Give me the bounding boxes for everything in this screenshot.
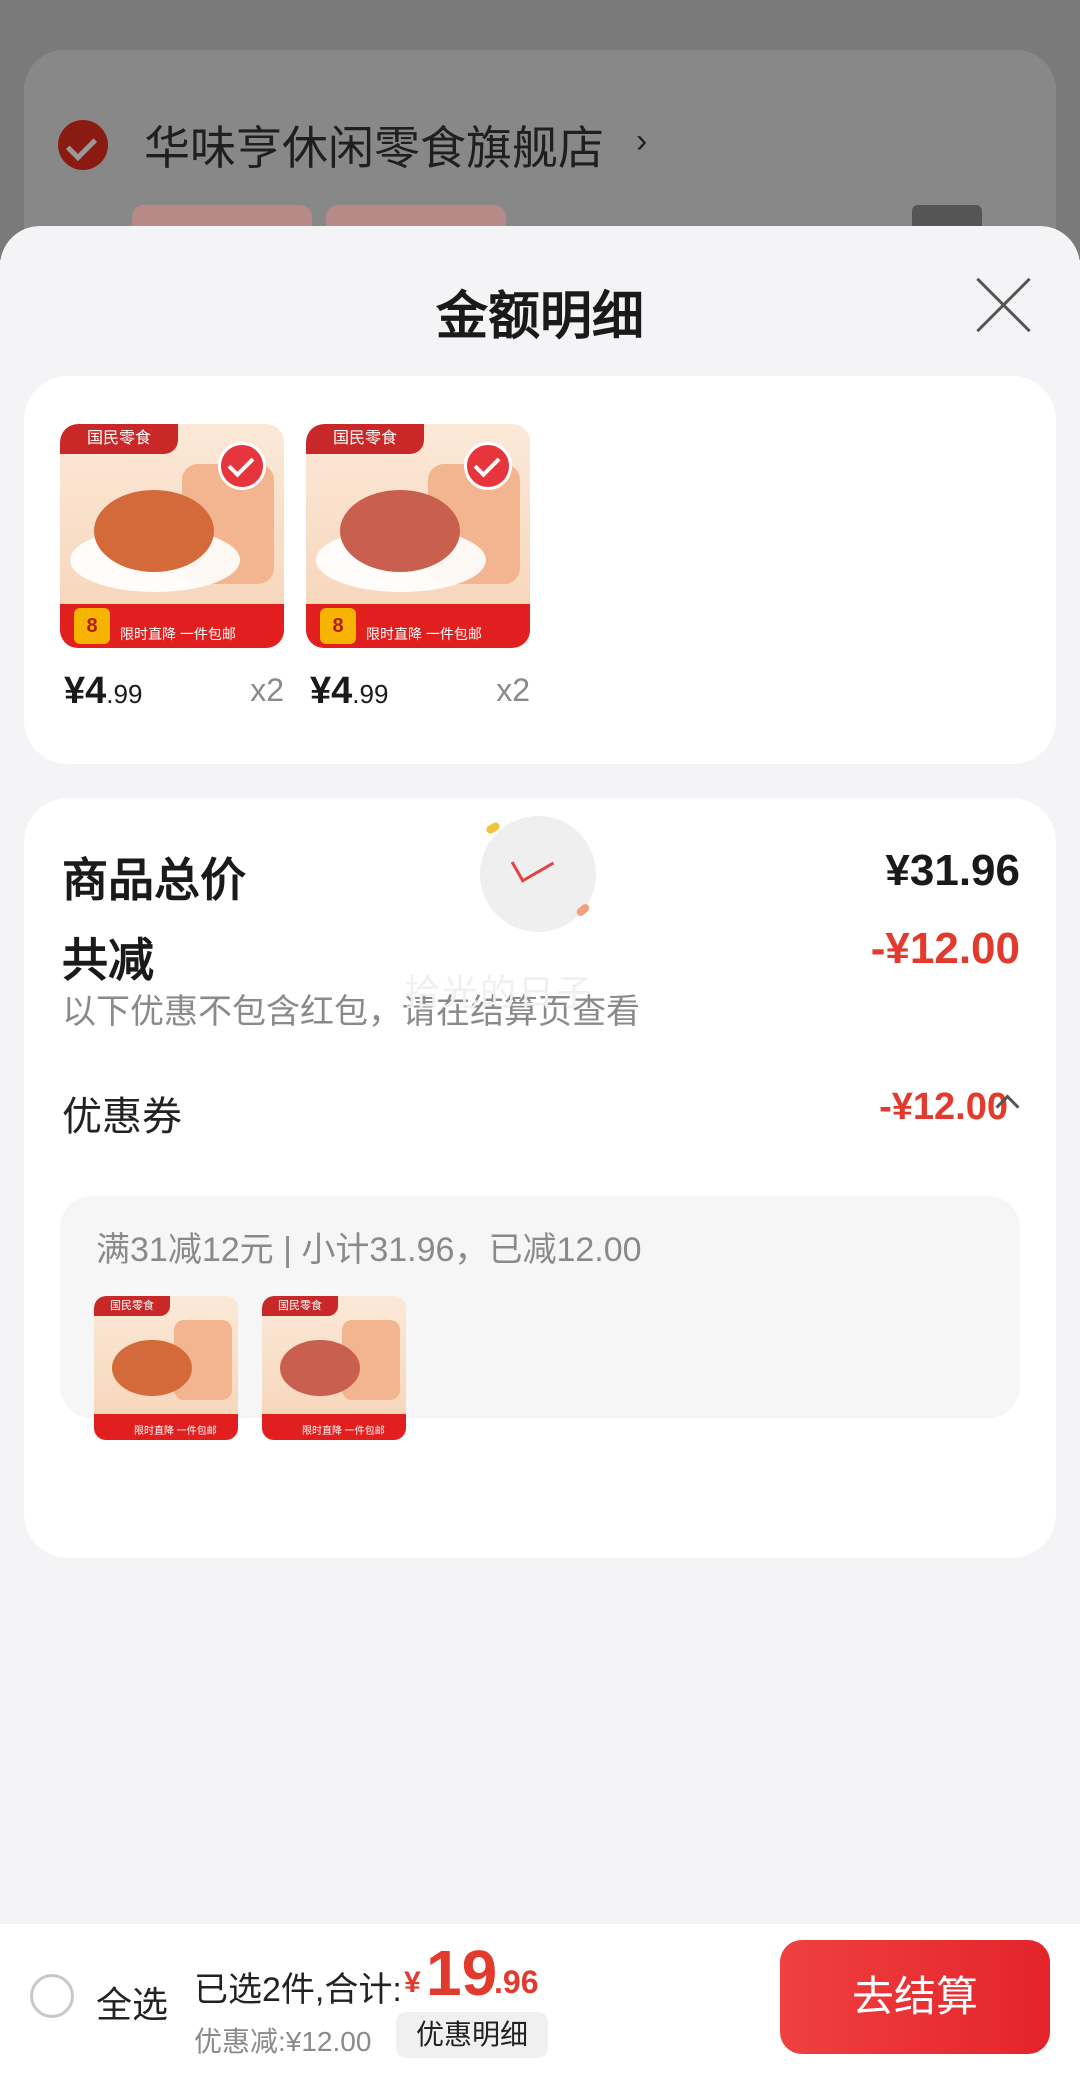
discount-summary: 优惠减:¥12.00 [194, 2026, 372, 2057]
selected-info: 已选2件,合计: [194, 1971, 402, 2009]
product-price: ¥4.99 [310, 670, 389, 712]
discount-detail-button[interactable]: 优惠明细 [396, 2012, 548, 2058]
promo-band: 限时直降 一件包邮 [262, 1414, 406, 1440]
brand-label: 国民零食 [262, 1296, 338, 1316]
food-graphic [112, 1340, 192, 1396]
product-item[interactable]: 国民零食 限时直降 一件包邮 8 ¥4.99 x2 [60, 424, 284, 712]
brand-label: 国民零食 [60, 424, 178, 454]
product-quantity: x2 [250, 672, 284, 708]
promo-text: 限时直降 一件包邮 [120, 626, 236, 642]
amount-detail-sheet: 金额明细 国民零食 限时直降 一件包邮 8 ¥4.99 x2 国民零食 限时直降… [0, 226, 1080, 2074]
coupon-value[interactable]: -¥12.00 [879, 1086, 1008, 1129]
coupon-description: 满31减12元 | 小计31.96，已减12.00 [96, 1231, 642, 1269]
total-amount-decimal: .96 [494, 1964, 539, 2000]
check-icon[interactable] [464, 442, 512, 490]
check-icon[interactable] [218, 442, 266, 490]
store-name: 华味亨休闲零食旗舰店 [144, 122, 604, 174]
promo-band: 限时直降 一件包邮 [94, 1414, 238, 1440]
coupon-product-thumb: 国民零食 限时直降 一件包邮 [262, 1296, 406, 1440]
coupon-product-thumb: 国民零食 限时直降 一件包邮 [94, 1296, 238, 1440]
total-currency: ¥ [404, 1966, 421, 1999]
brand-label: 国民零食 [94, 1296, 170, 1316]
product-quantity: x2 [496, 672, 530, 708]
store-chevron-icon: › [636, 122, 648, 160]
watermark: 拾光的日子 [404, 972, 595, 1013]
coupon-label: 优惠券 [62, 1095, 182, 1139]
food-graphic [340, 490, 460, 572]
close-icon[interactable] [972, 274, 1034, 336]
promo-text: 限时直降 一件包邮 [302, 1426, 385, 1437]
product-item[interactable]: 国民零食 限时直降 一件包邮 8 ¥4.99 x2 [306, 424, 530, 712]
product-image: 国民零食 限时直降 一件包邮 8 [60, 424, 284, 648]
discount-badge: 8 [320, 608, 356, 644]
product-card: 国民零食 限时直降 一件包邮 8 ¥4.99 x2 国民零食 限时直降 一件包邮… [24, 376, 1056, 764]
promo-text: 限时直降 一件包邮 [366, 626, 482, 642]
discount-label: 共减 [62, 934, 154, 986]
promo-text: 限时直降 一件包邮 [134, 1426, 217, 1437]
select-all-label[interactable]: 全选 [96, 1976, 168, 2028]
total-amount-integer: 19 [426, 1937, 498, 2009]
food-graphic [94, 490, 214, 572]
total-price-label: 商品总价 [62, 854, 246, 906]
sheet-title: 金额明细 [435, 288, 644, 346]
checkout-button[interactable]: 去结算 [780, 1940, 1050, 2054]
food-graphic [280, 1340, 360, 1396]
bottom-bar: 全选 已选2件,合计: ¥ 19 .96 优惠减:¥12.00 优惠明细 去结算 [0, 1924, 1080, 2074]
store-check-icon [58, 120, 108, 170]
total-price-value: ¥31.96 [885, 846, 1020, 895]
product-price: ¥4.99 [64, 670, 143, 712]
brand-label: 国民零食 [306, 424, 424, 454]
select-all-radio[interactable] [30, 1974, 74, 2018]
coupon-detail-box: 满31减12元 | 小计31.96，已减12.00 国民零食 限时直降 一件包邮… [60, 1196, 1020, 1440]
discount-badge: 8 [74, 608, 110, 644]
product-image: 国民零食 限时直降 一件包邮 8 [306, 424, 530, 648]
discount-value: -¥12.00 [870, 924, 1020, 973]
